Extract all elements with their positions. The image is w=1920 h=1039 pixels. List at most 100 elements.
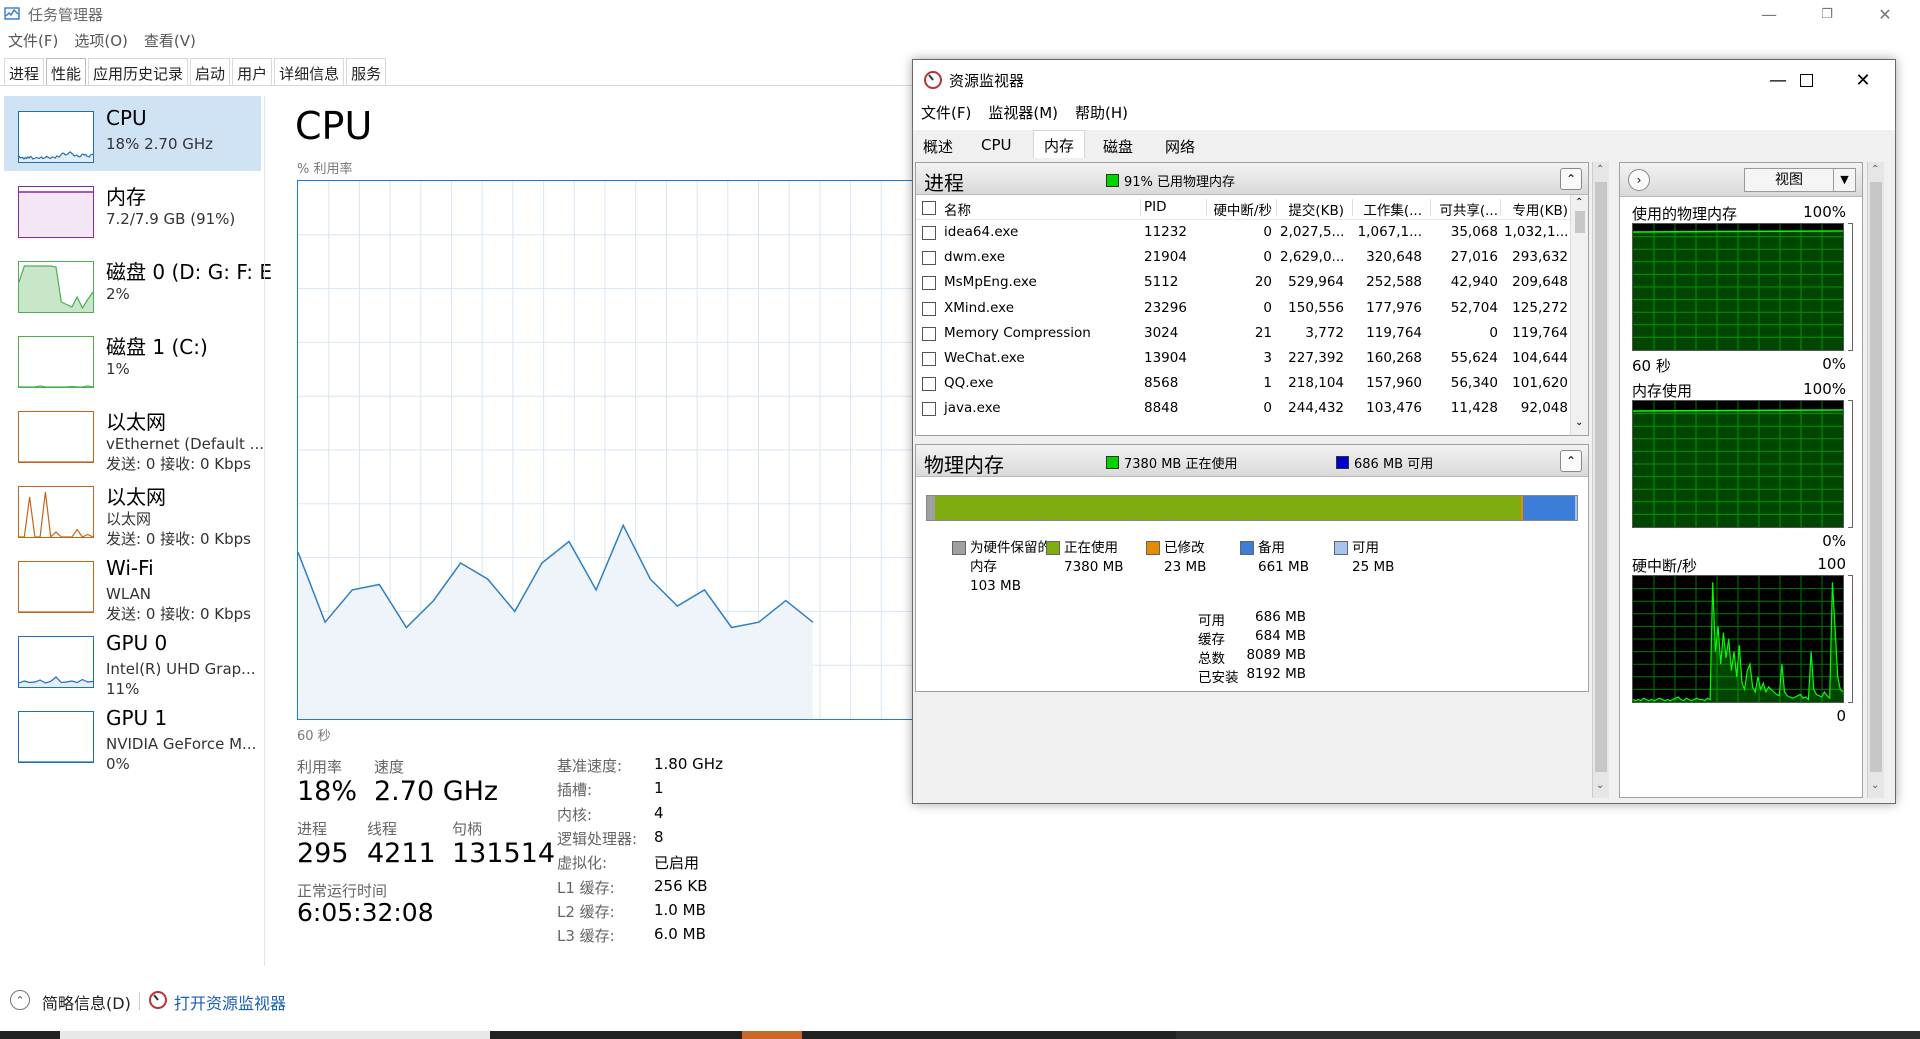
sidebar-item-3[interactable]: 磁盘 1 (C:) 1% — [4, 321, 261, 396]
tab-app-history[interactable]: 应用历史记录 — [88, 58, 189, 86]
sidebar-item-6[interactable]: Wi-Fi WLAN 发送: 0 接收: 0 Kbps — [4, 546, 261, 623]
row-checkbox[interactable] — [922, 226, 936, 240]
column-header[interactable]: 工作集(... — [1356, 199, 1422, 219]
menu-view[interactable]: 查看(V) — [144, 30, 196, 52]
cell: 92,048 — [1520, 400, 1568, 417]
rm-title-bar: 资源监视器 — [913, 60, 1895, 100]
legend-label: 为硬件保留的 内存 — [970, 540, 1051, 575]
sidebar-item-0[interactable]: CPU 18% 2.70 GHz — [4, 96, 261, 171]
legend-swatch — [1146, 541, 1160, 555]
cpu-info-key: L3 缓存: — [557, 927, 615, 946]
rm-tab-memory[interactable]: 内存 — [1033, 130, 1086, 158]
sidebar-item-2[interactable]: 磁盘 0 (D: G: F: E 2% — [4, 246, 272, 321]
column-header[interactable]: PID — [1144, 199, 1194, 215]
restore-button[interactable]: ❐ — [1798, 0, 1856, 28]
graph-min: 0% — [1822, 355, 1846, 373]
summary-key: 已安装 — [1198, 670, 1239, 686]
sidebar-item-name: Wi-Fi — [106, 556, 154, 580]
column-header[interactable]: 可共享(... — [1434, 199, 1498, 219]
column-header[interactable]: 硬中断/秒 — [1210, 199, 1272, 219]
tab-performance[interactable]: 性能 — [46, 58, 87, 86]
select-all-checkbox[interactable] — [922, 201, 936, 215]
cpu-info-value: 6.0 MB — [654, 925, 706, 944]
sidebar-item-4[interactable]: 以太网 vEthernet (Default ... 发送: 0 接收: 0 Kbp… — [4, 396, 264, 473]
column-header[interactable]: 专用(KB) — [1504, 199, 1568, 219]
table-row[interactable]: MsMpEng.exe 5112 20 529,964 252,588 42,940 209… — [916, 270, 1576, 295]
table-row[interactable]: dwm.exe 21904 0 2,629,0... 320,648 27,016 293,… — [916, 245, 1576, 270]
cell: 2,027,5... — [1280, 224, 1345, 240]
taskbar-search-box[interactable] — [60, 1031, 490, 1039]
table-row[interactable]: WeChat.exe 13904 3 227,392 160,268 55,624 104,… — [916, 346, 1576, 371]
sidebar-item-5[interactable]: 以太网 以太网 发送: 0 接收: 0 Kbps — [4, 471, 261, 548]
handles-value: 131514 — [452, 838, 556, 869]
rm-tab-network[interactable]: 网络 — [1155, 132, 1205, 158]
sidebar-item-name: 磁盘 1 (C:) — [106, 335, 208, 359]
menu-file[interactable]: 文件(F) — [8, 30, 58, 52]
processes-header[interactable]: 进程 91% 已用物理内存 ⌃ — [916, 163, 1588, 195]
row-checkbox[interactable] — [922, 377, 936, 392]
cpu-info-key: L2 缓存: — [557, 902, 615, 921]
scroll-down-icon[interactable]: ⌄ — [1871, 780, 1879, 791]
tab-users[interactable]: 用户 — [232, 58, 273, 86]
rm-tab-disk[interactable]: 磁盘 — [1093, 132, 1143, 158]
rm-menu-file[interactable]: 文件(F) — [921, 102, 971, 123]
cell: 1,067,1... — [1357, 224, 1422, 240]
cell: 0 — [1263, 224, 1272, 240]
column-header[interactable]: 名称 — [944, 199, 971, 219]
minimize-button[interactable]: — — [1740, 0, 1798, 28]
scroll-up-icon[interactable]: ⌃ — [1596, 164, 1604, 175]
sidebar-item-1[interactable]: 内存 7.2/7.9 GB (91%) — [4, 171, 261, 246]
tab-processes[interactable]: 进程 — [4, 58, 45, 86]
taskbar-active-app[interactable] — [742, 1031, 802, 1039]
scroll-down-icon[interactable]: ⌄ — [1596, 780, 1604, 791]
scroll-down-icon[interactable]: ⌄ — [1575, 417, 1583, 428]
scroll-thumb[interactable] — [1595, 182, 1607, 772]
table-row[interactable]: java.exe 8848 0 244,432 103,476 11,428 92,048 — [916, 396, 1576, 421]
left-pane-scrollbar[interactable]: ⌃ ⌄ — [1592, 162, 1609, 798]
open-resource-monitor-link[interactable]: 打开资源监视器 — [174, 990, 286, 1014]
collapse-processes-button[interactable]: ⌃ — [1560, 168, 1582, 190]
close-button[interactable]: ✕ — [1856, 0, 1914, 28]
tab-services[interactable]: 服务 — [346, 58, 387, 86]
physical-memory-header[interactable]: 物理内存 7380 MB 正在使用 686 MB 可用 ⌃ — [916, 445, 1588, 477]
brief-info-link[interactable]: 简略信息(D) — [42, 990, 131, 1014]
row-checkbox[interactable] — [922, 251, 936, 266]
rm-tab-overview[interactable]: 概述 — [913, 132, 963, 158]
row-checkbox[interactable] — [922, 276, 936, 291]
column-header[interactable]: 提交(KB) — [1280, 199, 1344, 219]
table-row[interactable]: XMind.exe 23296 0 150,556 177,976 52,704 125,2… — [916, 296, 1576, 321]
sidebar-item-name: CPU — [106, 106, 147, 130]
rm-maximize-button[interactable] — [1786, 60, 1826, 100]
chevron-up-icon[interactable]: ⌃ — [10, 990, 30, 1010]
rm-tab-cpu[interactable]: CPU — [971, 132, 1022, 158]
view-dropdown[interactable]: 视图 ▼ — [1744, 168, 1856, 192]
scroll-thumb[interactable] — [1575, 211, 1585, 233]
sparkline-svg — [19, 611, 93, 612]
collapse-physical-memory-button[interactable]: ⌃ — [1560, 450, 1582, 472]
menu-options[interactable]: 选项(O) — [74, 30, 128, 52]
cell: 119,764 — [1512, 324, 1568, 341]
row-checkbox[interactable] — [922, 326, 936, 341]
sidebar-item-8[interactable]: GPU 1 NVIDIA GeForce M... 0% — [4, 696, 261, 773]
sidebar-item-7[interactable]: GPU 0 Intel(R) UHD Grap... 11% — [4, 621, 261, 698]
threads-value: 4211 — [367, 838, 436, 869]
table-row[interactable]: Memory Compression 3024 21 3,772 119,764 0 119… — [916, 321, 1576, 346]
table-row[interactable]: idea64.exe 11232 0 2,027,5... 1,067,1... 35,0… — [916, 220, 1576, 245]
row-checkbox[interactable] — [922, 352, 936, 366]
right-pane-scrollbar[interactable]: ⌃ ⌄ — [1867, 162, 1884, 798]
table-row[interactable]: QQ.exe 8568 1 218,104 157,960 56,340 101,620 — [916, 371, 1576, 396]
process-table-scrollbar[interactable]: ⌃ ⌄ — [1570, 195, 1588, 435]
tab-details[interactable]: 详细信息 — [274, 58, 345, 86]
expand-chevron-right-icon[interactable]: › — [1628, 169, 1650, 191]
cpu-info-value: 1.0 MB — [654, 900, 706, 919]
cell: 104,644 — [1512, 350, 1568, 366]
row-checkbox[interactable] — [922, 402, 936, 417]
scroll-up-icon[interactable]: ⌃ — [1871, 164, 1879, 175]
rm-close-button[interactable]: ✕ — [1834, 60, 1892, 100]
scroll-thumb[interactable] — [1870, 182, 1882, 772]
scroll-up-icon[interactable]: ⌃ — [1575, 197, 1583, 208]
rm-menu-monitor[interactable]: 监视器(M) — [988, 102, 1058, 123]
tab-startup[interactable]: 启动 — [190, 58, 231, 86]
row-checkbox[interactable] — [922, 301, 936, 316]
rm-menu-help[interactable]: 帮助(H) — [1075, 102, 1128, 123]
